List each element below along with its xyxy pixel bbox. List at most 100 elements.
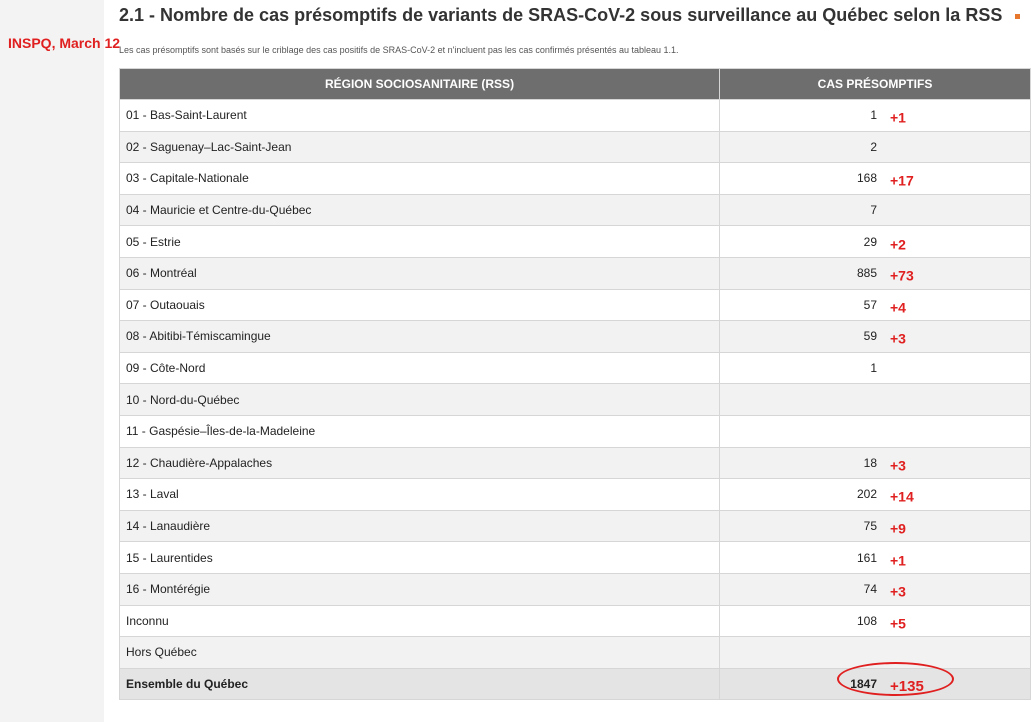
- region-cell: 11 - Gaspésie–Îles-de-la-Madeleine: [119, 414, 720, 448]
- cases-cell: 29 +2: [719, 225, 1031, 258]
- region-cell: Ensemble du Québec: [119, 667, 720, 701]
- cases-delta: +4: [890, 299, 906, 316]
- cases-cell-content: 108 +5: [720, 606, 1030, 637]
- cases-value: 168: [856, 171, 877, 186]
- cases-cell: 75 +9: [719, 509, 1031, 543]
- cases-cell-content: 18 +3: [720, 448, 1030, 479]
- section-title: 2.1 - Nombre de cas présomptifs de varia…: [119, 5, 1021, 26]
- table-row: 12 - Chaudière-Appalaches 18 +3: [119, 446, 1031, 480]
- cases-cell: 74 +3: [719, 572, 1031, 606]
- cases-cell-content: 1 +1: [720, 100, 1030, 131]
- cases-delta: +14: [890, 488, 914, 505]
- cases-cell: 18 +3: [719, 446, 1031, 480]
- table-header-row: RÉGION SOCIOSANITAIRE (RSS) CAS PRÉSOMPT…: [119, 68, 1031, 100]
- region-cell: 13 - Laval: [119, 478, 720, 511]
- table-row: Hors Québec: [119, 636, 1031, 669]
- region-cell: 07 - Outaouais: [119, 288, 720, 322]
- table-row: 13 - Laval 202 +14: [119, 478, 1031, 511]
- left-gutter: [0, 0, 104, 722]
- table-row: 16 - Montérégie 74 +3: [119, 572, 1031, 606]
- cases-cell-content: 74 +3: [720, 574, 1030, 605]
- cases-cell-content: [720, 637, 1030, 668]
- region-cell: 15 - Laurentides: [119, 541, 720, 574]
- cases-cell-content: 57 +4: [720, 290, 1030, 321]
- table-row: 02 - Saguenay–Lac-Saint-Jean 2: [119, 130, 1031, 164]
- header-cases: CAS PRÉSOMPTIFS: [719, 68, 1031, 100]
- cases-value: 75: [863, 519, 877, 534]
- cases-value: 2: [870, 139, 877, 154]
- cases-value: 1: [870, 361, 877, 376]
- table-row: 08 - Abitibi-Témiscamingue 59 +3: [119, 320, 1031, 353]
- cases-value: 885: [856, 266, 877, 281]
- cases-cell-content: 29 +2: [720, 226, 1030, 257]
- cases-cell: [719, 414, 1031, 448]
- cases-delta: +2: [890, 236, 906, 253]
- table-row: 01 - Bas-Saint-Laurent 1 +1: [119, 99, 1031, 132]
- table-row: 04 - Mauricie et Centre-du-Québec 7: [119, 193, 1031, 227]
- region-cell: 10 - Nord-du-Québec: [119, 383, 720, 416]
- cases-cell-content: 1847 +135: [720, 669, 1030, 700]
- region-cell: Hors Québec: [119, 636, 720, 669]
- table-row: 14 - Lanaudière 75 +9: [119, 509, 1031, 543]
- cases-cell: 59 +3: [719, 320, 1031, 353]
- table-row: 06 - Montréal 885 +73: [119, 256, 1031, 290]
- cases-value: 108: [856, 613, 877, 628]
- table-row: Inconnu 108 +5: [119, 604, 1031, 638]
- region-cell: 02 - Saguenay–Lac-Saint-Jean: [119, 130, 720, 164]
- cases-value: 29: [863, 234, 877, 249]
- header-region: RÉGION SOCIOSANITAIRE (RSS): [119, 68, 720, 100]
- cases-cell-content: [720, 416, 1030, 447]
- table-row: 15 - Laurentides 161 +1: [119, 541, 1031, 574]
- cases-cell-content: [720, 384, 1030, 415]
- cases-cell: 202 +14: [719, 478, 1031, 511]
- region-cell: 16 - Montérégie: [119, 572, 720, 606]
- cases-cell-content: 2: [720, 132, 1030, 163]
- region-cell: 06 - Montréal: [119, 256, 720, 290]
- cases-value: 7: [870, 203, 877, 218]
- cases-delta: +5: [890, 615, 906, 632]
- cases-cell-content: 59 +3: [720, 321, 1030, 352]
- table-row: 09 - Côte-Nord 1: [119, 351, 1031, 385]
- table-total-row: Ensemble du Québec 1847 +135: [119, 667, 1031, 701]
- cases-value: 1847: [850, 676, 877, 691]
- cases-cell-content: 75 +9: [720, 511, 1030, 542]
- cases-delta: +73: [890, 267, 914, 284]
- cases-value: 161: [856, 550, 877, 565]
- cases-delta: +1: [890, 109, 906, 126]
- cases-cell-content: 1: [720, 353, 1030, 384]
- section-number: 2.1: [119, 5, 145, 25]
- cases-cell-content: 161 +1: [720, 542, 1030, 573]
- cases-cell: 168 +17: [719, 162, 1031, 195]
- cases-value: 57: [863, 297, 877, 312]
- cases-cell-content: 7: [720, 195, 1030, 226]
- cases-cell: [719, 383, 1031, 416]
- region-cell: 01 - Bas-Saint-Laurent: [119, 99, 720, 132]
- cases-delta: +3: [890, 457, 906, 474]
- section-title-text: - Nombre de cas présomptifs de variants …: [149, 5, 1003, 25]
- cases-delta: +1: [890, 552, 906, 569]
- cases-delta: +3: [890, 330, 906, 347]
- cases-value: 202: [856, 487, 877, 502]
- cases-delta: +9: [890, 520, 906, 537]
- cases-value: 18: [863, 455, 877, 470]
- cases-cell: 1 +1: [719, 99, 1031, 132]
- cases-delta: +17: [890, 172, 914, 189]
- cases-delta: +135: [890, 678, 924, 696]
- section-subtitle: Les cas présomptifs sont basés sur le cr…: [119, 45, 679, 55]
- table-row: 03 - Capitale-Nationale 168 +17: [119, 162, 1031, 195]
- table-row: 10 - Nord-du-Québec: [119, 383, 1031, 416]
- cases-cell-content: 202 +14: [720, 479, 1030, 510]
- cases-cell: 1847 +135: [719, 667, 1031, 701]
- rss-table: RÉGION SOCIOSANITAIRE (RSS) CAS PRÉSOMPT…: [119, 68, 1031, 701]
- cases-cell: [719, 636, 1031, 669]
- cases-value: 59: [863, 329, 877, 344]
- cases-value: 1: [870, 108, 877, 123]
- region-cell: 09 - Côte-Nord: [119, 351, 720, 385]
- table-row: 07 - Outaouais 57 +4: [119, 288, 1031, 322]
- cases-value: 74: [863, 582, 877, 597]
- region-cell: 05 - Estrie: [119, 225, 720, 258]
- page: INSPQ, March 12 2.1 - Nombre de cas prés…: [0, 0, 1035, 722]
- cases-cell: 108 +5: [719, 604, 1031, 638]
- cases-cell-content: 168 +17: [720, 163, 1030, 194]
- table-body: 01 - Bas-Saint-Laurent 1 +1 02 - Saguenay–L…: [119, 99, 1031, 701]
